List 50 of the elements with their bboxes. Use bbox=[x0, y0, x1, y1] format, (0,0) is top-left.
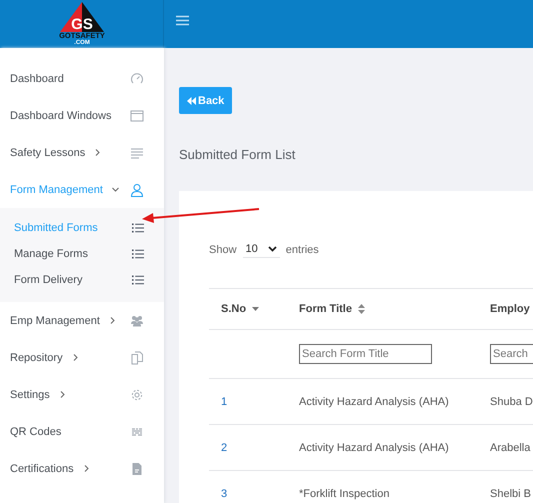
table-cell-text: 3 bbox=[220, 488, 228, 500]
chevron-icon bbox=[82, 465, 90, 472]
double-arrow-icon bbox=[187, 96, 196, 104]
sidebar-item[interactable]: Certifications bbox=[0, 450, 164, 487]
submenu-item[interactable]: Form Delivery bbox=[0, 267, 164, 293]
entries-label: entries bbox=[286, 244, 319, 256]
chevron-icon bbox=[108, 317, 116, 324]
chevron-icon bbox=[58, 391, 66, 398]
sidebar-item[interactable]: Dashboard bbox=[0, 60, 164, 97]
file-icon bbox=[130, 462, 144, 476]
entries-select[interactable]: 10 bbox=[242, 241, 280, 258]
documents-icon bbox=[130, 350, 144, 364]
sidebar-item[interactable]: QR Codes bbox=[0, 413, 164, 450]
table-cell-text: Arabella bbox=[490, 442, 532, 454]
sort-icon[interactable] bbox=[358, 304, 365, 314]
table-cell-text: *Forklift Inspection bbox=[299, 488, 390, 500]
menu-lines-icon bbox=[130, 146, 144, 160]
sidebar-item[interactable]: Repository bbox=[0, 339, 164, 376]
table-cell-text: Activity Hazard Analysis (AHA) bbox=[299, 396, 450, 408]
chevron-icon bbox=[72, 354, 79, 361]
menu-icon[interactable] bbox=[176, 15, 189, 26]
table-cell-text: 2 bbox=[220, 442, 228, 454]
search-field[interactable]: Search Form Title bbox=[299, 344, 432, 364]
chevron-icon bbox=[112, 186, 119, 193]
column-header[interactable]: Employ bbox=[490, 303, 530, 315]
caret-icon bbox=[268, 246, 277, 252]
user-icon bbox=[130, 182, 144, 196]
sidebar-item[interactable]: Safety Lessons bbox=[0, 134, 164, 171]
sidebar-item[interactable]: Settings bbox=[0, 376, 164, 413]
table-cell-text: Activity Hazard Analysis (AHA) bbox=[299, 442, 450, 454]
search-field[interactable]: Search bbox=[490, 344, 533, 364]
submenu-item[interactable]: Manage Forms bbox=[0, 241, 164, 267]
users-icon bbox=[130, 314, 144, 328]
table-cell: Shuba D bbox=[490, 396, 533, 408]
table-cell-text: 1 bbox=[220, 396, 228, 408]
show-label: Show bbox=[209, 244, 237, 256]
column-header[interactable]: S.No bbox=[221, 303, 246, 315]
list-icon bbox=[132, 223, 144, 233]
list-icon bbox=[132, 249, 144, 259]
window-icon bbox=[130, 108, 144, 122]
sidebar-item[interactable]: Emp Management bbox=[0, 302, 164, 339]
chevron-icon bbox=[94, 149, 102, 156]
page-title: Submitted Form List bbox=[179, 147, 296, 162]
table-cell-text: Shelbi B bbox=[490, 488, 532, 500]
column-header[interactable]: Form Title bbox=[299, 303, 352, 315]
list-icon bbox=[132, 275, 144, 285]
settings-icon bbox=[130, 388, 144, 402]
gauge-icon bbox=[130, 72, 144, 86]
sidebar-item[interactable]: Dashboard Windows bbox=[0, 97, 164, 134]
sort-desc-icon[interactable] bbox=[252, 307, 260, 311]
